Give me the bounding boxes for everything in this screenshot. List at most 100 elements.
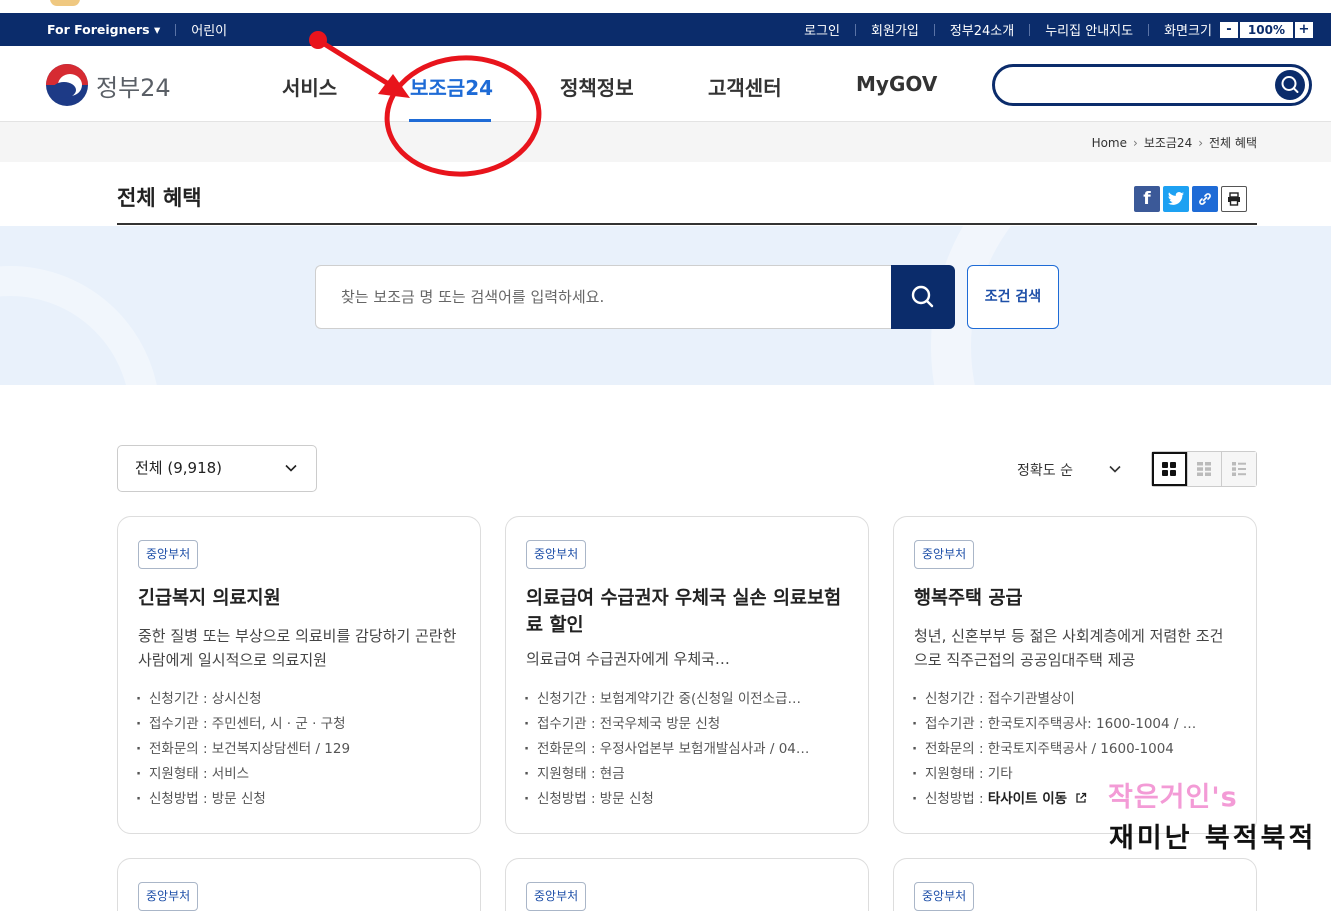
card-title: 긴급복지 의료지원 [138, 588, 281, 609]
about-link[interactable]: 정부24소개 [950, 20, 1014, 39]
list-view-button[interactable] [1221, 452, 1256, 486]
sitemap-link[interactable]: 누리집 안내지도 [1045, 20, 1133, 39]
benefit-card[interactable]: 중앙부처 [505, 858, 869, 911]
page: For Foreigners ▾ 어린이 로그인 회원가입 정부24소개 누리집… [0, 0, 1331, 911]
detail-phone: 전화문의 : 보건복지상담센터 / 129 [136, 737, 466, 762]
subsidy-search-button[interactable] [891, 265, 955, 329]
divider [175, 23, 177, 36]
signup-link[interactable]: 회원가입 [871, 20, 919, 39]
utility-bar: For Foreigners ▾ 어린이 로그인 회원가입 정부24소개 누리집… [0, 13, 1331, 46]
subsidy-search: 찾는 보조금 명 또는 검색어를 입력하세요. [315, 265, 955, 329]
grid-small-icon [1197, 462, 1212, 476]
category-badge: 중앙부처 [914, 882, 975, 911]
breadcrumb-subsidy24[interactable]: 보조금24 [1144, 136, 1192, 150]
external-site-link[interactable]: 타사이트 이동 [988, 791, 1067, 807]
category-badge: 중앙부처 [914, 540, 975, 569]
card-description: 중한 질병 또는 부상으로 의료비를 감당하기 곤란한 사람에게 일시적으로 의… [138, 627, 457, 669]
login-link[interactable]: 로그인 [804, 20, 840, 39]
benefit-card[interactable]: 중앙부처 [117, 858, 481, 911]
sort-select[interactable]: 정확도 순 [1017, 460, 1073, 480]
page-title-row: 전체 혜택 f [117, 162, 1257, 225]
breadcrumb-home[interactable]: Home [1092, 136, 1127, 150]
category-select[interactable]: 전체 (9,918) [117, 445, 317, 492]
search-band: 찾는 보조금 명 또는 검색어를 입력하세요. 조건 검색 [0, 226, 1331, 385]
detail-type: 지원형태 : 현금 [524, 762, 854, 787]
breadcrumb: Home › 보조금24 › 전체 혜택 [1092, 134, 1257, 151]
chevron-right-icon: › [1133, 136, 1138, 150]
twitter-icon [1167, 192, 1184, 205]
detail-period: 신청기간 : 보험계약기간 중(신청일 이전소급… [524, 687, 854, 712]
detail-method: 신청방법 : 방문 신청 [136, 787, 466, 812]
share-buttons: f [1131, 186, 1247, 212]
search-icon [911, 285, 934, 308]
logo-text: 정부24 [96, 73, 171, 102]
external-link-icon [1076, 792, 1087, 803]
divider [854, 23, 856, 36]
grid-large-icon [1162, 462, 1177, 476]
card-description: 의료급여 수급권자에게 우체국… [526, 650, 730, 668]
condition-search-button[interactable]: 조건 검색 [967, 265, 1059, 329]
detail-agency: 접수기관 : 전국우체국 방문 신청 [524, 712, 854, 737]
category-badge: 중앙부처 [138, 540, 199, 569]
detail-phone: 전화문의 : 우정사업본부 보험개발심사과 / 04… [524, 737, 854, 762]
twitter-share-button[interactable] [1163, 186, 1189, 212]
detail-period: 신청기간 : 상시신청 [136, 687, 466, 712]
detail-method: 신청방법 : 방문 신청 [524, 787, 854, 812]
zoom-out-button[interactable]: - [1219, 21, 1238, 38]
category-badge: 중앙부처 [526, 882, 587, 911]
zoom-value: 100% [1239, 21, 1293, 38]
detail-phone: 전화문의 : 한국토지주택공사 / 1600-1004 [912, 737, 1242, 762]
watermark-line1: 작은거인's [1108, 782, 1238, 813]
top-notice-strip [0, 0, 1331, 13]
card-title: 행복주택 공급 [914, 588, 1023, 609]
background-decoration [0, 266, 160, 385]
print-icon [1228, 192, 1240, 206]
watermark-line2: 재미난 북적북적 [1109, 823, 1317, 854]
compact-grid-view-button[interactable] [1186, 452, 1222, 486]
breadcrumb-current: 전체 혜택 [1209, 136, 1257, 150]
chevron-right-icon: › [1198, 136, 1204, 150]
list-icon [1232, 462, 1247, 476]
link-icon [1199, 193, 1211, 205]
detail-period: 신청기간 : 접수기관별상이 [912, 687, 1242, 712]
header-search-button[interactable] [1275, 70, 1305, 100]
detail-type: 지원형태 : 서비스 [136, 762, 466, 787]
nav-services[interactable]: 서비스 [282, 72, 337, 101]
grid-view-button[interactable] [1152, 452, 1187, 486]
search-icon [1281, 76, 1299, 93]
header-search-input[interactable] [992, 64, 1312, 106]
nav-policy-info[interactable]: 정책정보 [560, 72, 634, 101]
facebook-icon: f [1143, 189, 1151, 209]
subsidy-search-input[interactable]: 찾는 보조금 명 또는 검색어를 입력하세요. [315, 265, 891, 329]
notice-emblem-icon [50, 0, 80, 6]
category-badge: 중앙부처 [526, 540, 587, 569]
detail-agency: 접수기관 : 주민센터, 시 · 군 · 구청 [136, 712, 466, 737]
site-logo[interactable]: 정부24 [46, 64, 171, 106]
facebook-share-button[interactable]: f [1134, 186, 1160, 212]
benefit-card[interactable]: 중앙부처 [893, 858, 1257, 911]
benefit-card[interactable]: 중앙부처 의료급여 수급권자 우체국 실손 의료보험료 할인 의료급여 수급권자… [505, 516, 869, 834]
detail-method-label: 신청방법 : [925, 791, 988, 807]
page-title: 전체 혜택 [117, 186, 202, 210]
card-details: 신청기간 : 보험계약기간 중(신청일 이전소급… 접수기관 : 전국우체국 방… [524, 687, 854, 812]
benefit-card[interactable]: 중앙부처 긴급복지 의료지원 중한 질병 또는 부상으로 의료비를 감당하기 곤… [117, 516, 481, 834]
copy-link-button[interactable] [1192, 186, 1218, 212]
site-header: 정부24 서비스 보조금24 정책정보 고객센터 MyGOV [0, 46, 1331, 123]
divider [1148, 23, 1150, 36]
zoom-label: 화면크기 [1164, 24, 1212, 39]
for-foreigners-link[interactable]: For Foreigners ▾ [47, 22, 160, 37]
nav-mygov[interactable]: MyGOV [856, 72, 937, 96]
kids-link[interactable]: 어린이 [191, 20, 227, 39]
chevron-down-icon [285, 464, 297, 472]
nav-customer-center[interactable]: 고객센터 [708, 72, 782, 101]
print-button[interactable] [1221, 186, 1247, 212]
chevron-down-icon[interactable] [1108, 462, 1122, 476]
nav-subsidy24[interactable]: 보조금24 [410, 72, 493, 101]
divider [1029, 23, 1031, 36]
zoom-in-button[interactable]: + [1295, 21, 1313, 38]
category-selected-value: 전체 (9,918) [135, 459, 223, 477]
view-mode-toggle [1151, 451, 1257, 487]
category-badge: 중앙부처 [138, 882, 199, 911]
card-title: 의료급여 수급권자 우체국 실손 의료보험료 할인 [526, 588, 842, 636]
government-emblem-icon [46, 64, 88, 106]
